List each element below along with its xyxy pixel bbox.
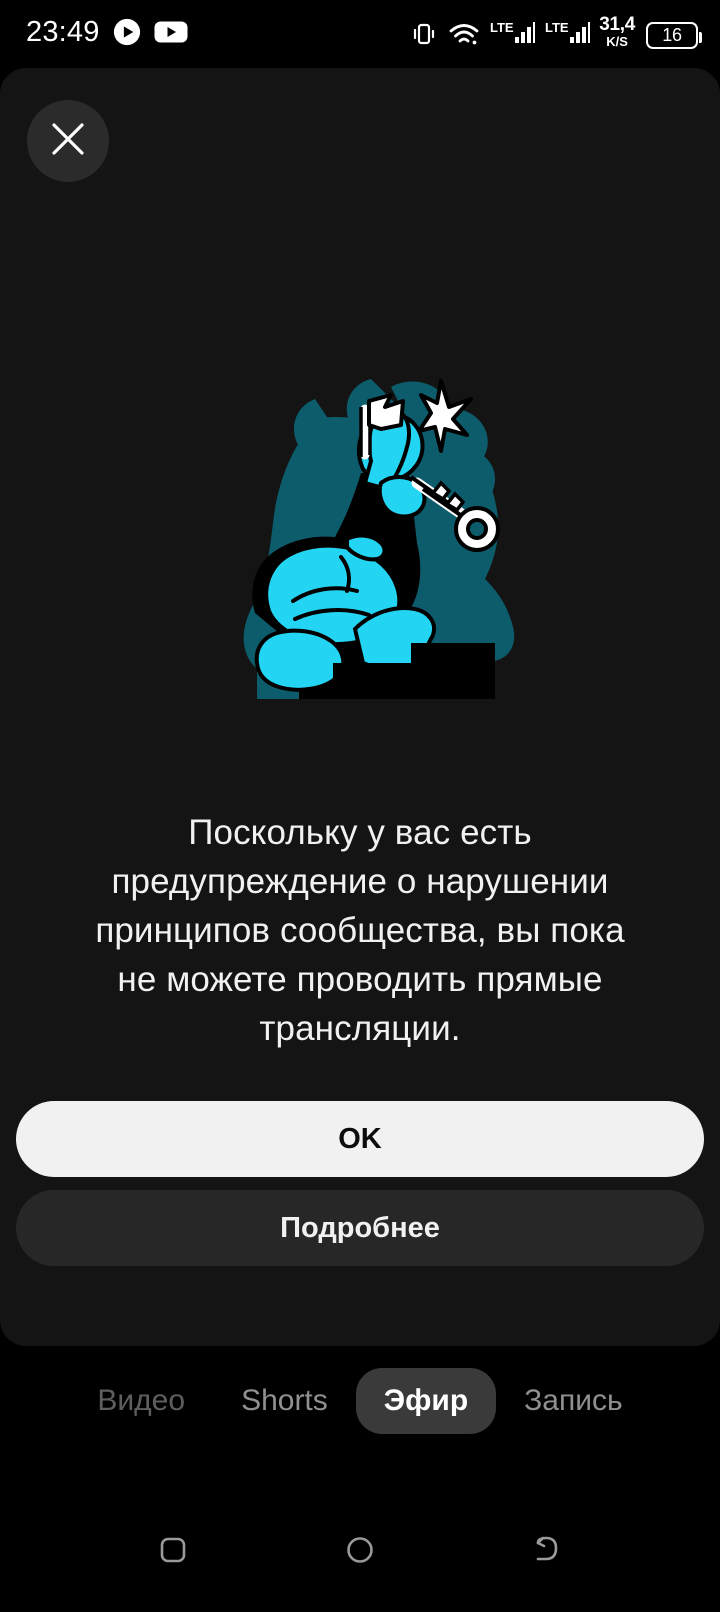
network-speed-value: 31,4	[599, 14, 635, 35]
svg-text:LTE: LTE	[545, 20, 569, 35]
phone-screen: 23:49 LTE LTE 31,4 K/S 16 Поскольку у ва…	[0, 0, 720, 1612]
status-clock: 23:49	[26, 15, 100, 48]
svg-text:LTE: LTE	[490, 20, 514, 35]
youtube-icon	[154, 19, 188, 45]
recents-button[interactable]	[138, 1517, 208, 1587]
back-icon	[529, 1533, 565, 1572]
illustration-container	[0, 343, 720, 708]
lte-signal-1-icon: LTE	[489, 19, 536, 49]
android-navigation-bar	[0, 1492, 720, 1612]
tab-shorts[interactable]: Shorts	[213, 1368, 356, 1434]
thinking-person-with-key-illustration	[195, 343, 525, 708]
battery-level-label: 16	[662, 25, 682, 45]
battery-icon: 16	[646, 22, 702, 49]
status-bar-right: LTE LTE 31,4 K/S 16	[409, 15, 702, 49]
back-button[interactable]	[512, 1517, 582, 1587]
tab-record[interactable]: Запись	[496, 1368, 650, 1434]
status-bar: 23:49 LTE LTE 31,4 K/S 16	[0, 0, 720, 64]
livestream-restriction-sheet: Поскольку у вас есть предупреждение о на…	[0, 68, 720, 1346]
capture-mode-tabs: Видео Shorts Эфир Запись	[0, 1360, 720, 1442]
close-button[interactable]	[27, 100, 109, 182]
tab-live[interactable]: Эфир	[355, 1368, 497, 1434]
ok-button[interactable]: OK	[16, 1101, 704, 1177]
action-buttons: OK Подробнее	[16, 1101, 704, 1266]
recents-icon	[156, 1533, 190, 1572]
status-bar-left: 23:49	[26, 16, 188, 49]
play-circle-icon	[112, 17, 142, 47]
home-icon	[343, 1533, 377, 1572]
network-speed-indicator: 31,4 K/S	[599, 15, 635, 48]
home-button[interactable]	[325, 1517, 395, 1587]
learn-more-button[interactable]: Подробнее	[16, 1190, 704, 1266]
wifi-icon	[448, 21, 480, 49]
tab-video[interactable]: Видео	[69, 1368, 213, 1434]
restriction-message: Поскольку у вас есть предупреждение о на…	[95, 813, 625, 1048]
close-icon	[46, 117, 90, 166]
vibrate-icon	[409, 19, 439, 49]
lte-signal-2-icon: LTE	[544, 19, 591, 49]
network-speed-unit: K/S	[606, 34, 628, 49]
